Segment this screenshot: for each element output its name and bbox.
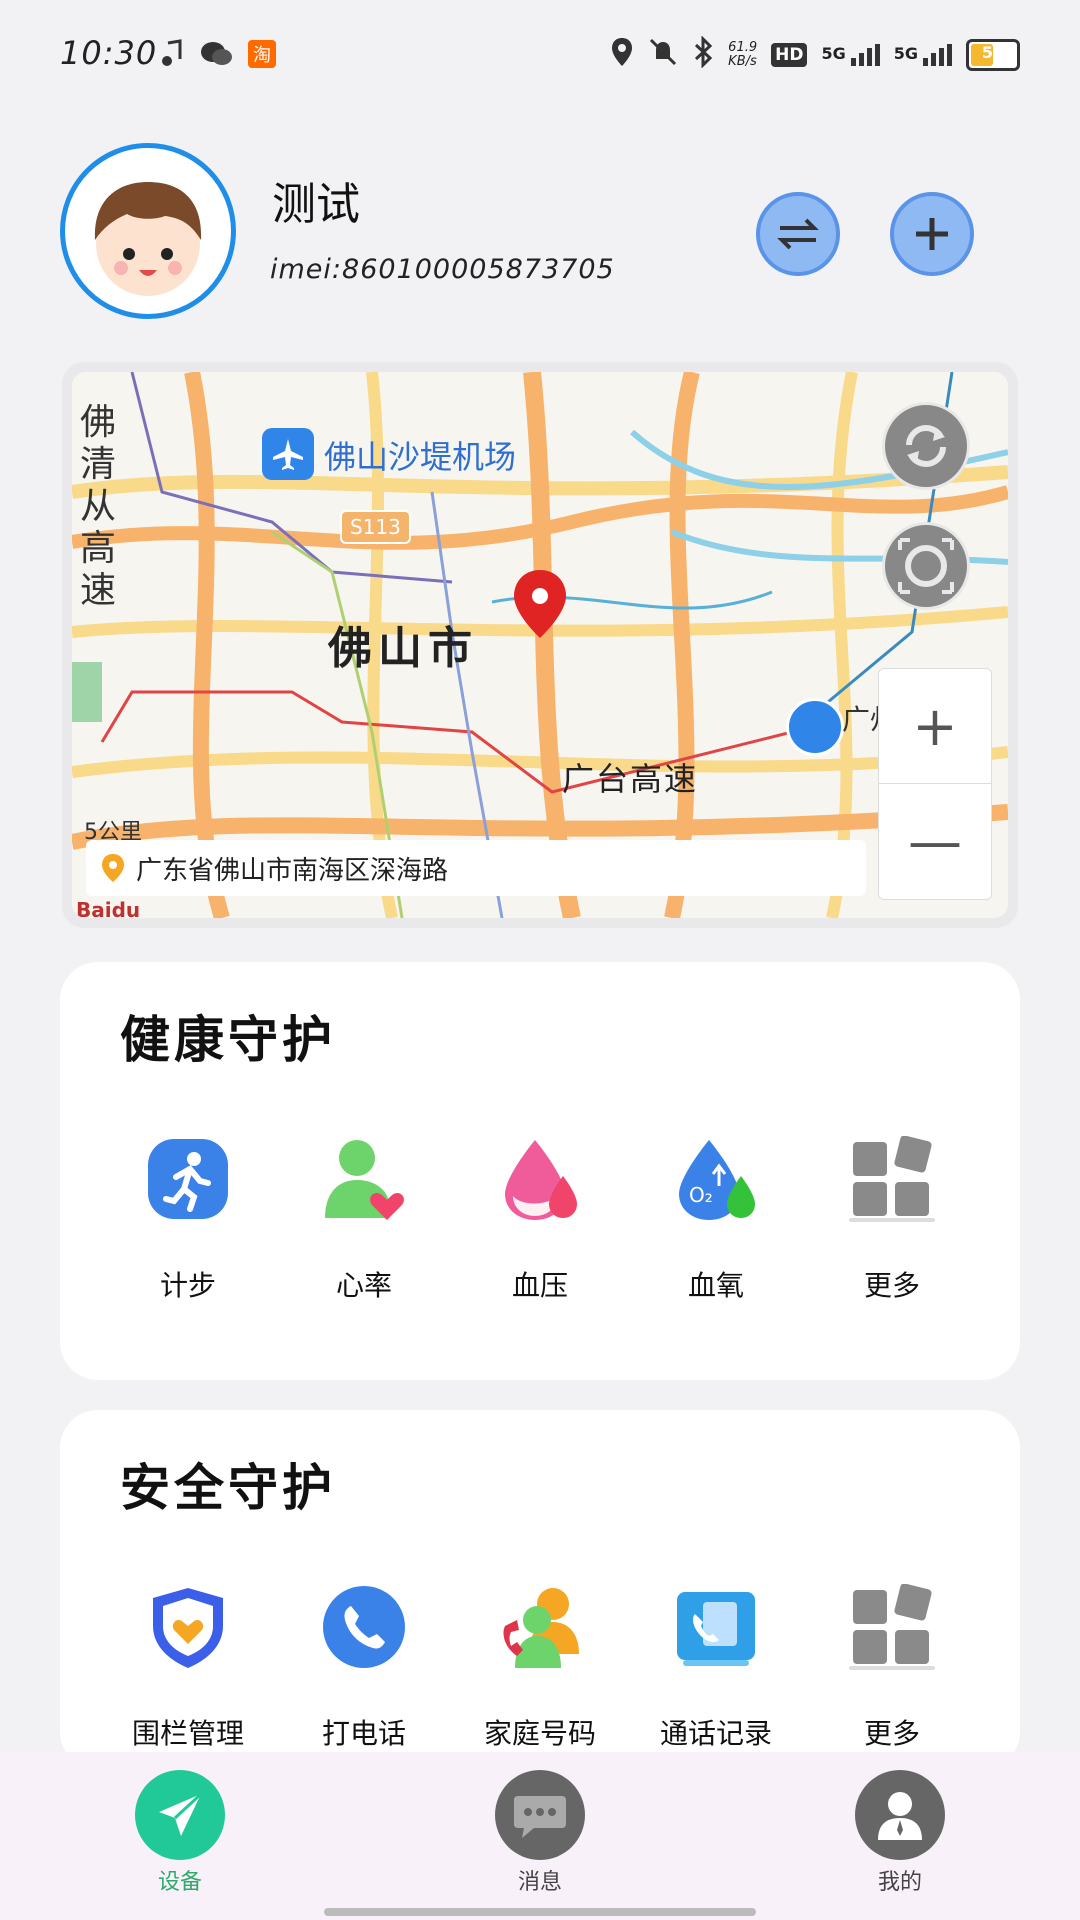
airport-label: 佛山沙堤机场 bbox=[324, 438, 517, 476]
switch-device-button[interactable] bbox=[756, 192, 840, 276]
bottom-nav: 设备 消息 我的 bbox=[0, 1752, 1080, 1920]
vertical-road-label: 佛清从高速 bbox=[80, 402, 117, 611]
running-person-icon bbox=[145, 1136, 231, 1222]
road-shield: S113 bbox=[340, 510, 411, 544]
heart-rate-icon bbox=[321, 1136, 407, 1222]
more-grid-icon bbox=[849, 1136, 935, 1222]
airport-marker-icon[interactable] bbox=[262, 428, 314, 480]
health-item-heart-rate[interactable]: 心率 bbox=[277, 1136, 451, 1304]
health-item-steps[interactable]: 计步 bbox=[101, 1136, 275, 1304]
nav-message[interactable]: 消息 bbox=[450, 1770, 630, 1896]
zoom-in-button[interactable]: + bbox=[879, 669, 991, 784]
bluetooth-icon bbox=[692, 35, 714, 74]
hd-badge: HD bbox=[771, 43, 808, 67]
music-icon bbox=[160, 36, 184, 72]
zoom-control: + — bbox=[878, 668, 992, 900]
safety-item-more[interactable]: 更多 bbox=[805, 1584, 979, 1752]
map-roads bbox=[72, 372, 1008, 918]
svg-text:O₂: O₂ bbox=[689, 1183, 713, 1207]
phone-icon bbox=[321, 1584, 407, 1670]
airplane-icon bbox=[273, 439, 303, 470]
user-icon bbox=[855, 1770, 945, 1860]
wechat-icon bbox=[200, 36, 234, 72]
address-text: 广东省佛山市南海区深海路 bbox=[136, 855, 449, 886]
status-bar: 10:30 淘 61.9 KB/s HD 5G 5G 55 bbox=[0, 0, 1080, 110]
blood-pressure-icon bbox=[497, 1136, 583, 1222]
home-indicator[interactable] bbox=[324, 1908, 756, 1916]
taobao-icon: 淘 bbox=[248, 40, 276, 68]
status-right-group: 61.9 KB/s HD 5G 5G 55 bbox=[610, 35, 1020, 74]
safety-item-call-log[interactable]: 通话记录 bbox=[629, 1584, 803, 1752]
health-grid: 计步 心率 血压 O₂ 血氧 更多 bbox=[60, 1136, 1020, 1304]
zoom-out-button[interactable]: — bbox=[879, 784, 991, 898]
device-location-pin-icon[interactable] bbox=[512, 568, 568, 644]
nav-mine[interactable]: 我的 bbox=[810, 1770, 990, 1896]
device-imei: imei:860100005873705 bbox=[270, 254, 615, 285]
fence-shield-icon bbox=[145, 1584, 231, 1670]
net-speed: 61.9 KB/s bbox=[728, 40, 758, 69]
health-item-blood-pressure[interactable]: 血压 bbox=[453, 1136, 627, 1304]
safety-grid: 围栏管理 打电话 家庭号码 通话记录 更多 bbox=[60, 1584, 1020, 1752]
safety-item-fence[interactable]: 围栏管理 bbox=[101, 1584, 275, 1752]
safety-title: 安全守护 bbox=[120, 1459, 336, 1517]
add-device-button[interactable] bbox=[890, 192, 974, 276]
signal-sim2-icon: 5G bbox=[894, 44, 952, 66]
baidu-logo: Baidu bbox=[76, 898, 141, 918]
chat-bubble-icon bbox=[495, 1770, 585, 1860]
city-label: 佛山市 bbox=[328, 623, 478, 674]
highway-label: 广台高速 bbox=[562, 760, 699, 798]
health-card: 健康守护 计步 心率 血压 O₂ 血氧 更多 bbox=[60, 962, 1020, 1380]
avatar[interactable] bbox=[60, 143, 236, 319]
nav-device[interactable]: 设备 bbox=[90, 1770, 270, 1896]
send-arrow-icon bbox=[135, 1770, 225, 1860]
refresh-icon bbox=[906, 425, 946, 467]
health-title: 健康守护 bbox=[120, 1011, 336, 1069]
refresh-location-button[interactable] bbox=[882, 402, 970, 490]
status-time: 10:30 bbox=[60, 34, 158, 72]
blood-oxygen-icon: O₂ bbox=[673, 1136, 759, 1222]
more-grid-icon bbox=[849, 1584, 935, 1670]
battery-icon: 55 bbox=[966, 39, 1020, 71]
health-item-blood-oxygen[interactable]: O₂ 血氧 bbox=[629, 1136, 803, 1304]
family-contacts-icon bbox=[497, 1584, 583, 1670]
location-pin-icon bbox=[102, 854, 124, 882]
cartoon-boy-icon bbox=[94, 182, 202, 296]
safety-item-call[interactable]: 打电话 bbox=[277, 1584, 451, 1752]
device-name: 测试 bbox=[272, 179, 360, 230]
safety-card: 安全守护 围栏管理 打电话 家庭号码 通话记录 更多 bbox=[60, 1410, 1020, 1770]
safety-item-family-numbers[interactable]: 家庭号码 bbox=[453, 1584, 627, 1752]
call-log-icon bbox=[673, 1584, 759, 1670]
mute-icon bbox=[648, 37, 678, 73]
address-bar: 广东省佛山市南海区深海路 bbox=[86, 840, 866, 896]
health-item-more[interactable]: 更多 bbox=[805, 1136, 979, 1304]
map-view[interactable]: 佛山沙堤机场 S113 佛清从高速 佛山市 广台高速 广州南 5公里 Baidu bbox=[72, 372, 1008, 918]
target-icon bbox=[898, 538, 954, 594]
plus-icon bbox=[916, 218, 948, 250]
rail-station-icon bbox=[786, 698, 844, 756]
swap-arrows-icon bbox=[777, 218, 819, 250]
signal-sim1-icon: 5G bbox=[821, 44, 880, 66]
location-icon bbox=[610, 36, 634, 74]
locate-button[interactable] bbox=[882, 522, 970, 610]
